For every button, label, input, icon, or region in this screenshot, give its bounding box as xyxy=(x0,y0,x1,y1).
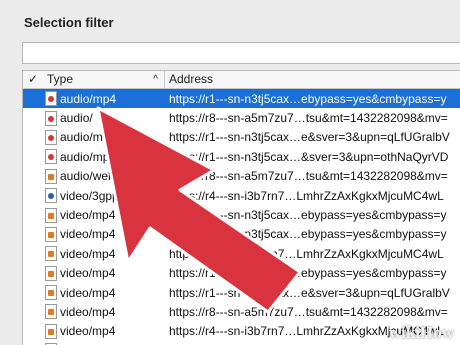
row-address: https://r1---sn-n3tj5cax…e&sver=3&upn=qL… xyxy=(169,285,450,300)
table-row[interactable]: audio/mp4 https://r1---sn-n3tj5cax…ebypas… xyxy=(23,89,460,109)
audio-file-icon xyxy=(45,129,57,145)
row-type-cell: audio/mp4 xyxy=(43,91,165,107)
video-file-icon xyxy=(45,304,57,320)
wikihow-watermark: wikiHow xyxy=(388,323,454,342)
row-type-label: video/mp4 xyxy=(60,304,116,319)
panel-title: Selection filter xyxy=(24,15,114,30)
column-header-address[interactable]: Address xyxy=(165,71,460,88)
row-type-label: audio/mp xyxy=(60,130,110,145)
row-address: https://r1---sn-n3tj5cax…ebypass=yes&cmb… xyxy=(169,227,447,242)
audio-file-icon xyxy=(45,91,57,107)
row-address: https://r1---sn-n3tj5cax…e&sver=3&upn=qL… xyxy=(169,130,450,145)
video-file-icon xyxy=(45,226,57,242)
row-type-cell: video/mp4 xyxy=(43,265,165,281)
row-type-cell: video/mp4 xyxy=(43,285,165,301)
table-row[interactable]: audio/mp https://r1---sn-n3tj5cax…&sver=3… xyxy=(23,147,460,166)
table-row[interactable]: video/mp4 https://r1---sn-n3tj5cax…ebypas… xyxy=(23,205,460,224)
row-type-cell: audio/mp xyxy=(43,149,165,165)
video-file-icon xyxy=(45,168,57,184)
table-row[interactable]: video/mp4 https://r8---sn-a5m7zu7…tsu&mt=… xyxy=(23,302,460,321)
table-row[interactable]: audio/https://r8---sn-a5m7zu7…tsu&mt=143… xyxy=(23,108,460,127)
table-header: ✓ Type ^ Address xyxy=(23,71,460,89)
row-type-cell: video/mp4 xyxy=(43,304,165,320)
row-type-cell: video/mp4 xyxy=(43,207,165,223)
row-type-cell: audio/ xyxy=(43,110,165,126)
row-address: https://r1---sn-n3tj5cax…&sver=3&upn=oth… xyxy=(169,149,449,164)
column-header-type[interactable]: Type ^ xyxy=(43,71,165,88)
column-header-check[interactable]: ✓ xyxy=(23,71,43,88)
audio-file-icon xyxy=(45,110,57,126)
row-type-label: video/mp4 xyxy=(60,324,116,339)
table-row[interactable]: audio/webm https://r8---sn-a5m7zu7…tsu&mt… xyxy=(23,167,460,186)
table-row[interactable]: video/mp4 https://r4---sn-i3b7rn7…LmhrZzA… xyxy=(23,244,460,263)
table-row[interactable]: video/mp4 https://r1---sn-n3tj5cax…e&sver… xyxy=(23,283,460,302)
row-type-label: audio/mp xyxy=(60,149,110,164)
media-table: ✓ Type ^ Address audio/mp4 https://r1---s… xyxy=(22,70,460,345)
row-type-label: video/mp4 xyxy=(60,227,116,242)
row-type-cell: video/mp4 xyxy=(43,246,165,262)
table-row[interactable]: audio/mp https://r1---sn-n3tj5cax…e&sver=… xyxy=(23,128,460,147)
video-file-icon xyxy=(45,207,57,223)
selection-filter-input[interactable] xyxy=(22,42,460,64)
row-type-cell: audio/mp xyxy=(43,129,165,145)
sort-ascending-icon: ^ xyxy=(153,74,158,85)
row-type-label: video/mp4 xyxy=(60,208,116,223)
row-type-cell: video/3gpp xyxy=(43,188,165,204)
table-row[interactable]: video/mp4 https://r1---sn-n3tj5cax…ebypas… xyxy=(23,225,460,244)
row-address: https://r4---sn-i3b7rn7…LmhrZzAxKgkxMjcu… xyxy=(169,188,444,203)
row-address: https://r8---sn-a5m7zu7…tsu&mt=143228209… xyxy=(169,169,448,184)
audio-file-icon xyxy=(45,149,57,165)
quicktime-file-icon xyxy=(45,188,57,204)
table-row[interactable]: video/mp4 https://r1---sn-n3tj5cax…ebypas… xyxy=(23,264,460,283)
row-type-label: video/mp4 xyxy=(60,285,116,300)
video-file-icon xyxy=(45,265,57,281)
row-address: https://r8---sn-a5m7zu7…tsu&mt=143228209… xyxy=(169,304,448,319)
video-file-icon xyxy=(45,246,57,262)
row-address: https://r4---sn-i3b7rn7…LmhrZzAxKgkxMjcu… xyxy=(169,246,444,261)
row-type-label: video/mp4 xyxy=(60,246,116,261)
column-header-type-label: Type xyxy=(47,72,74,86)
row-address: https://r8---sn-a5m7zu7…tsu&mt=143228209… xyxy=(169,111,448,126)
row-type-label: audio/webm xyxy=(60,169,125,184)
row-type-cell: video/mp4 xyxy=(43,226,165,242)
row-type-label: video/mp4 xyxy=(60,266,116,281)
row-type-label: video/3gpp xyxy=(60,188,119,203)
row-type-label: audio/mp4 xyxy=(60,91,117,106)
row-type-cell: audio/webm xyxy=(43,168,165,184)
table-body: audio/mp4 https://r1---sn-n3tj5cax…ebypas… xyxy=(23,89,460,345)
video-file-icon xyxy=(45,285,57,301)
row-address: https://r1---sn-n3tj5cax…ebypass=yes&cmb… xyxy=(169,266,447,281)
row-address: https://r1---sn-n3tj5cax…ebypass=yes&cmb… xyxy=(169,208,447,223)
table-row[interactable]: video/3gpp https://r4---sn-i3b7rn7…LmhrZz… xyxy=(23,186,460,205)
row-type-cell: video/mp4 xyxy=(43,323,165,339)
row-address: https://r1---sn-n3tj5cax…ebypass=yes&cmb… xyxy=(169,91,447,106)
row-type-label: audio/ xyxy=(60,111,93,126)
video-file-icon xyxy=(45,323,57,339)
